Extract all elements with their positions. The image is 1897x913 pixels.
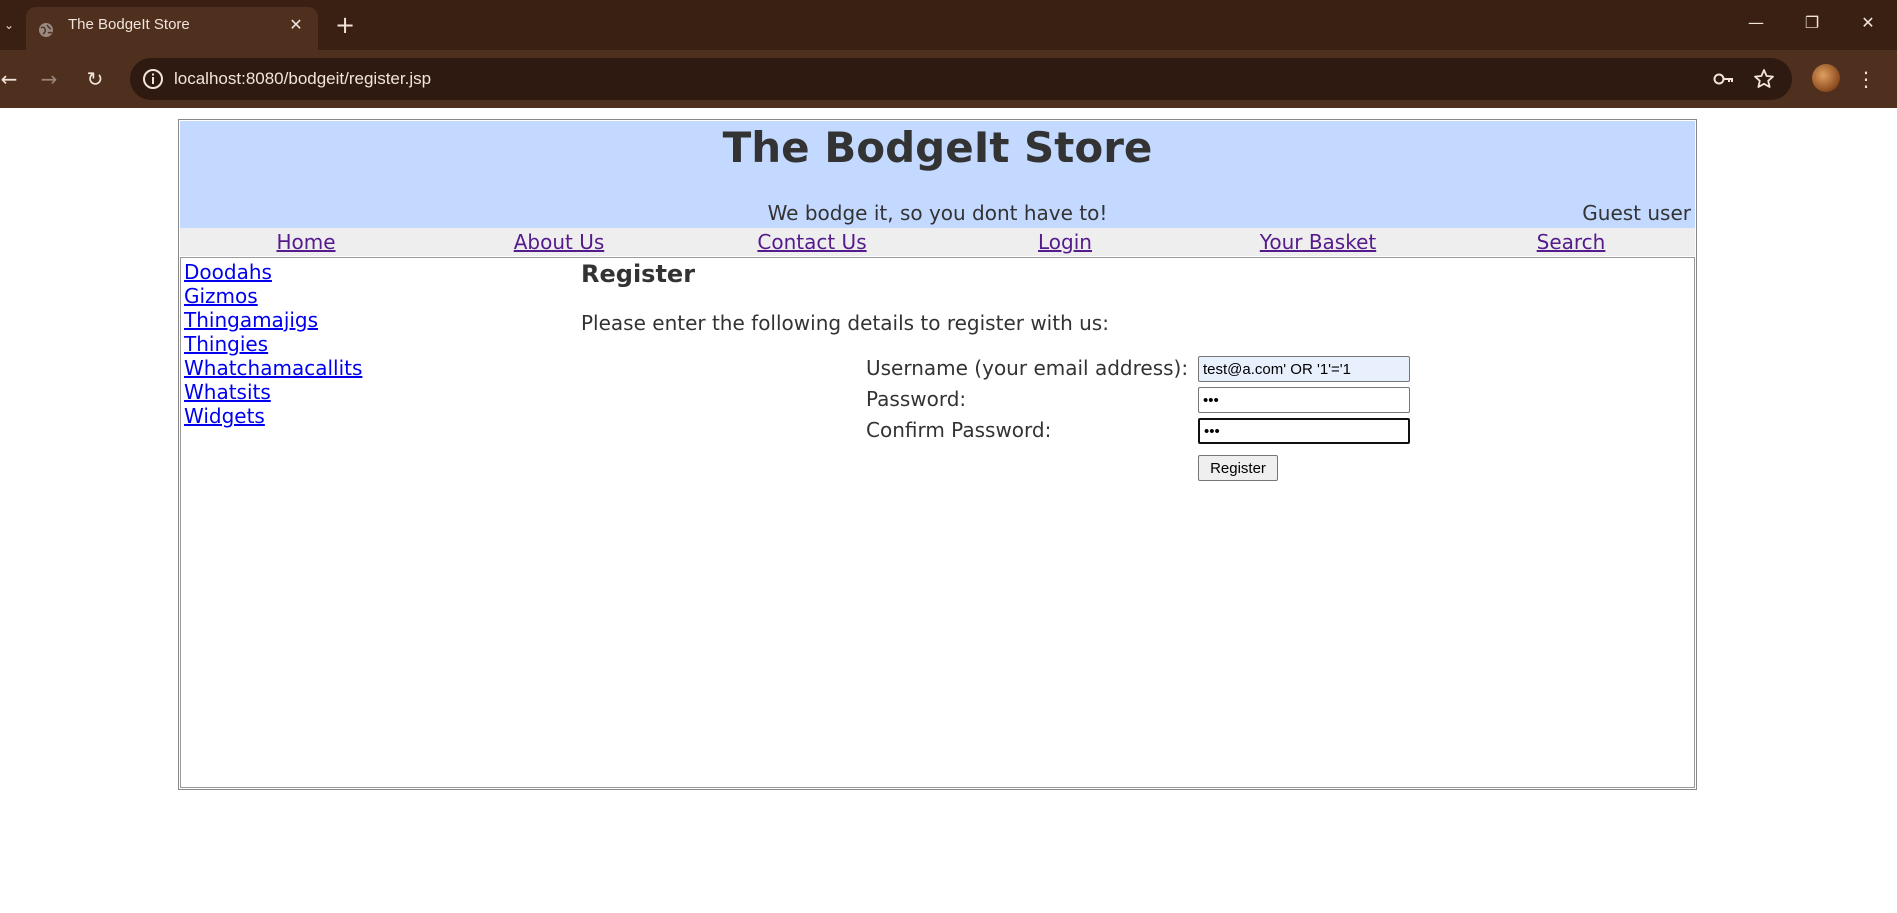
register-button[interactable]: Register (1198, 455, 1278, 481)
site-info-icon[interactable] (138, 64, 168, 94)
plus-icon[interactable]: + (332, 12, 358, 38)
list-item: Doodahs (184, 260, 362, 284)
tagline: We bodge it, so you dont have to! (767, 201, 1108, 225)
list-item: Whatchamacallits (184, 356, 362, 380)
list-item: Widgets (184, 404, 362, 428)
forward-arrow-icon[interactable]: → (34, 64, 64, 94)
confirm-password-field[interactable] (1198, 418, 1410, 444)
main-menu: Home About Us Contact Us Login Your Bask… (180, 228, 1695, 256)
menu-contact-link[interactable]: Contact Us (757, 228, 866, 256)
tab-list-icon[interactable]: ⌄ (0, 12, 18, 38)
category-link-thingies[interactable]: Thingies (184, 332, 268, 356)
category-link-widgets[interactable]: Widgets (184, 404, 265, 428)
store-header: The BodgeIt Store We bodge it, so you do… (180, 121, 1695, 228)
confirm-password-label: Confirm Password: (866, 418, 1052, 442)
minimize-icon[interactable]: — (1736, 8, 1776, 38)
menu-basket-link[interactable]: Your Basket (1260, 228, 1376, 256)
register-heading: Register (581, 260, 696, 288)
page-title: The BodgeIt Store (722, 123, 1153, 172)
avatar[interactable] (1812, 64, 1840, 92)
more-menu-icon[interactable]: ⋮ (1856, 64, 1876, 94)
list-item: Thingies (184, 332, 362, 356)
list-item: Gizmos (184, 284, 362, 308)
globe-favicon-icon (39, 23, 53, 37)
category-link-thingamajigs[interactable]: Thingamajigs (184, 308, 318, 332)
menu-home-link[interactable]: Home (276, 228, 335, 256)
address-bar[interactable]: localhost:8080/bodgeit/register.jsp (130, 58, 1792, 100)
category-list: Doodahs Gizmos Thingamajigs Thingies Wha… (184, 260, 362, 428)
register-intro: Please enter the following details to re… (581, 311, 1109, 335)
url-text[interactable]: localhost:8080/bodgeit/register.jsp (174, 58, 431, 100)
user-status: Guest user (1582, 201, 1691, 225)
tab-title: The BodgeIt Store (68, 16, 190, 33)
key-icon[interactable] (1712, 67, 1736, 91)
menu-search-link[interactable]: Search (1537, 228, 1606, 256)
category-link-whatchamacallits[interactable]: Whatchamacallits (184, 356, 362, 380)
star-icon[interactable] (1752, 67, 1776, 91)
browser-tab-strip: ⌄ The BodgeIt Store ✕ + — ❐ ✕ (0, 0, 1897, 50)
browser-toolbar: ← → ↻ localhost:8080/bodgeit/register.js… (0, 50, 1897, 108)
menu-about-link[interactable]: About Us (514, 228, 605, 256)
category-link-whatsits[interactable]: Whatsits (184, 380, 271, 404)
category-link-doodahs[interactable]: Doodahs (184, 260, 272, 284)
menu-login-link[interactable]: Login (1038, 228, 1092, 256)
password-label: Password: (866, 387, 967, 411)
username-field[interactable] (1198, 356, 1410, 382)
store-page: The BodgeIt Store We bodge it, so you do… (178, 119, 1697, 790)
list-item: Whatsits (184, 380, 362, 404)
category-link-gizmos[interactable]: Gizmos (184, 284, 258, 308)
password-field[interactable] (1198, 387, 1410, 413)
restore-icon[interactable]: ❐ (1792, 8, 1832, 38)
reload-icon[interactable]: ↻ (80, 64, 110, 94)
browser-tab[interactable]: The BodgeIt Store ✕ (26, 7, 318, 50)
username-label: Username (your email address): (866, 356, 1189, 380)
window-close-icon[interactable]: ✕ (1848, 8, 1888, 38)
list-item: Thingamajigs (184, 308, 362, 332)
close-icon[interactable]: ✕ (286, 15, 306, 35)
back-arrow-icon[interactable]: ← (0, 64, 24, 94)
content-area: Doodahs Gizmos Thingamajigs Thingies Wha… (180, 257, 1695, 788)
